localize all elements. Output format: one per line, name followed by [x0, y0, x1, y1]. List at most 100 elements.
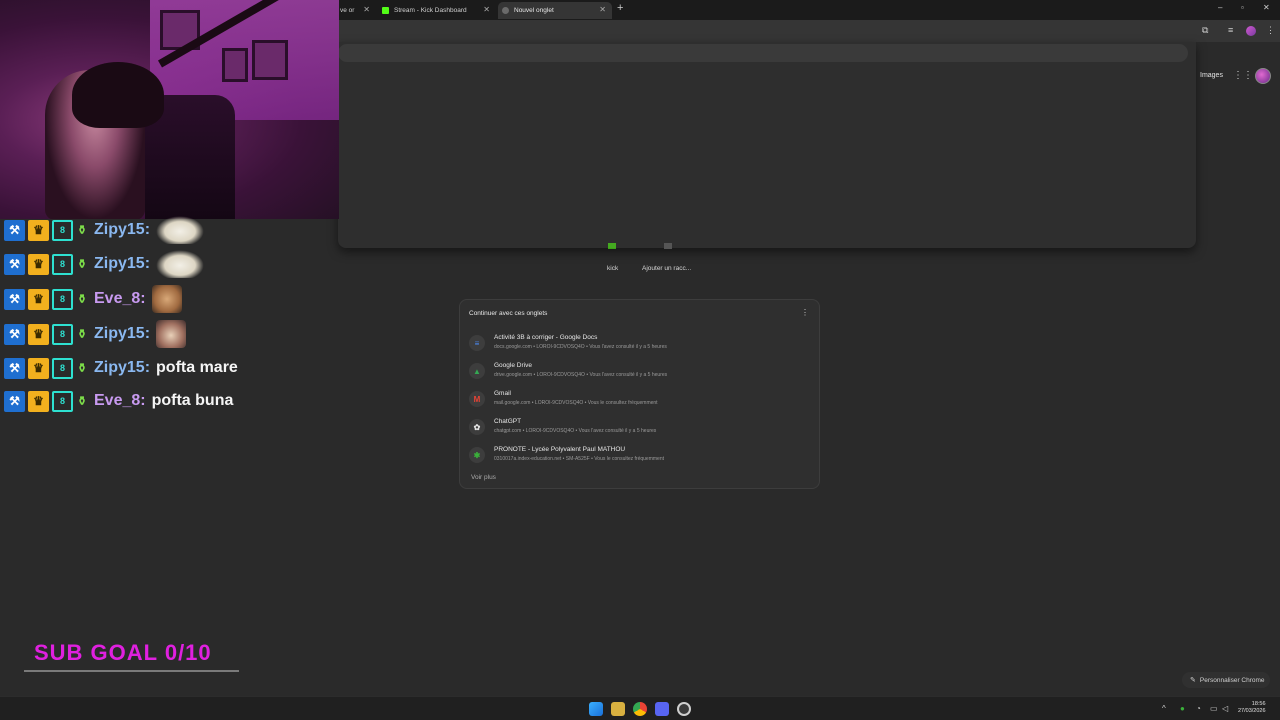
- row-title: PRONOTE - Lycée Polyvalent Paul MATHOU: [494, 446, 626, 453]
- wall-frame: [222, 48, 248, 82]
- customize-chrome-label: Personnaliser Chrome: [1199, 676, 1265, 684]
- tab-suggestion-row[interactable]: ▲ Google Drive drive.google.com • LOROI-…: [469, 360, 809, 384]
- crown-badge-icon: ♛: [28, 288, 49, 310]
- crown-badge-icon: ♛: [28, 390, 49, 412]
- emote-image: [156, 320, 187, 348]
- taskbar-clock[interactable]: 18:56 27/03/2026: [1238, 701, 1266, 715]
- chat-username: Zipy15:: [94, 359, 151, 376]
- close-tab-icon[interactable]: ✕: [483, 5, 490, 14]
- tab-suggestion-row[interactable]: ✿ ChatGPT chatgpt.com • LOROI-9CDVOSQ4O …: [469, 416, 809, 440]
- tab-suggestion-row[interactable]: ✱ PRONOTE - Lycée Polyvalent Paul MATHOU…: [469, 444, 809, 468]
- chat-username: Eve_8:: [94, 290, 146, 307]
- moderator-badge-icon: ⚒: [4, 219, 25, 241]
- card-title: Continuer avec ces onglets: [469, 310, 548, 317]
- omnibox-dropdown: [338, 42, 1196, 248]
- images-link[interactable]: Images: [1200, 72, 1223, 79]
- moderator-badge-icon: ⚒: [4, 323, 25, 345]
- close-tab-icon[interactable]: ✕: [363, 5, 370, 14]
- row-title: Google Drive: [494, 362, 532, 369]
- gift-badge-icon: ⚱: [76, 257, 88, 271]
- obs-icon[interactable]: [677, 702, 691, 716]
- tray-app-icon[interactable]: ●: [1180, 704, 1185, 713]
- row-subtitle: mail.google.com • LOROI-9CDVOSQ4O • Vous…: [494, 400, 658, 406]
- tab-kick-dashboard[interactable]: Stream - Kick Dashboard ✕: [378, 2, 496, 19]
- tray-chevron-icon[interactable]: ^: [1162, 704, 1166, 713]
- row-subtitle: docs.google.com • LOROI-9CDVOSQ4O • Vous…: [494, 344, 667, 350]
- discord-icon[interactable]: [655, 702, 669, 716]
- chatgpt-icon: ✿: [469, 419, 485, 435]
- close-tab-icon[interactable]: ✕: [599, 5, 606, 14]
- chrome-favicon-icon: [502, 7, 509, 14]
- pencil-icon: ✎: [1190, 677, 1196, 684]
- extensions-icon[interactable]: ⧉: [1202, 25, 1208, 36]
- gift-badge-icon: ⚱: [76, 394, 88, 408]
- row-title: Activité 3B à corriger - Google Docs: [494, 334, 598, 341]
- windows-taskbar: ^ ● ◔ ▭ ◁ 18:56 27/03/2026: [0, 696, 1280, 720]
- tab-suggestion-row[interactable]: M Gmail mail.google.com • LOROI-9CDVOSQ4…: [469, 388, 809, 412]
- customize-chrome-button[interactable]: ✎ Personnaliser Chrome: [1182, 672, 1270, 688]
- emote-image: [156, 216, 205, 244]
- shortcut-label-kick[interactable]: kick: [607, 265, 618, 272]
- tab-new-tab[interactable]: Nouvel onglet ✕: [498, 2, 612, 19]
- chrome-icon[interactable]: [633, 702, 647, 716]
- see-more-link[interactable]: Voir plus: [471, 474, 496, 481]
- moderator-badge-icon: ⚒: [4, 390, 25, 412]
- shortcut-label-add[interactable]: Ajouter un racc...: [642, 265, 691, 272]
- tab-suggestion-row[interactable]: ≡ Activité 3B à corriger - Google Docs d…: [469, 332, 809, 356]
- gmail-icon: M: [469, 391, 485, 407]
- notification-icon[interactable]: ◔: [1196, 704, 1201, 713]
- gift-badge-icon: ⚱: [76, 223, 88, 237]
- chat-message: ⚒ ♛ 8 ⚱ Zipy15:: [4, 216, 205, 244]
- drive-icon: ▲: [469, 363, 485, 379]
- crown-badge-icon: ♛: [28, 219, 49, 241]
- network-icon[interactable]: ▭: [1210, 704, 1218, 713]
- row-subtitle: chatgpt.com • LOROI-9CDVOSQ4O • Vous l'a…: [494, 428, 657, 434]
- wall-frame: [252, 40, 288, 80]
- minimize-button[interactable]: –: [1218, 3, 1222, 12]
- menu-icon[interactable]: ⋮: [1266, 25, 1275, 36]
- tab-label: Nouvel onglet: [514, 7, 554, 14]
- chat-text: pofta buna: [151, 392, 234, 409]
- chat-message: ⚒ ♛ 8 ⚱ Zipy15:: [4, 250, 205, 278]
- tab-partial[interactable]: ve or ✕: [336, 2, 376, 19]
- clock-date: 27/03/2026: [1238, 708, 1266, 714]
- chat-message: ⚒ ♛ 8 ⚱ Zipy15:: [4, 320, 187, 348]
- gift-badge-icon: ⚱: [76, 327, 88, 341]
- tab-label: ve or: [340, 7, 355, 14]
- chat-username: Eve_8:: [94, 392, 146, 409]
- subscriber-badge-icon: 8: [52, 253, 73, 275]
- close-window-button[interactable]: ✕: [1263, 3, 1270, 12]
- kick-icon[interactable]: [608, 243, 616, 249]
- account-avatar[interactable]: [1255, 68, 1271, 84]
- gift-badge-icon: ⚱: [76, 361, 88, 375]
- continue-tabs-card: Continuer avec ces onglets ⋮ ≡ Activité …: [459, 299, 820, 489]
- more-vert-icon[interactable]: ⋮: [801, 308, 809, 317]
- chat-username: Zipy15:: [94, 221, 151, 238]
- clock-time: 18:56: [1251, 701, 1266, 707]
- volume-icon[interactable]: ◁: [1222, 704, 1228, 713]
- webcam-overlay: [0, 0, 339, 219]
- kick-favicon-icon: [382, 7, 389, 14]
- subscriber-badge-icon: 8: [52, 288, 73, 310]
- chat-message: ⚒ ♛ 8 ⚱ Zipy15: pofta mare: [4, 355, 238, 381]
- chat-message: ⚒ ♛ 8 ⚱ Eve_8:: [4, 285, 182, 313]
- tab-label: Stream - Kick Dashboard: [394, 7, 467, 14]
- subscriber-badge-icon: 8: [52, 357, 73, 379]
- emote-image: [156, 250, 205, 278]
- screen: ve or ✕ Stream - Kick Dashboard ✕ Nouvel…: [0, 0, 1280, 720]
- new-tab-button[interactable]: +: [617, 2, 623, 14]
- media-icon[interactable]: ≡: [1228, 25, 1233, 35]
- maximize-button[interactable]: ▫: [1241, 3, 1244, 12]
- file-explorer-icon[interactable]: [611, 702, 625, 716]
- crown-badge-icon: ♛: [28, 253, 49, 275]
- crown-badge-icon: ♛: [28, 357, 49, 379]
- address-bar[interactable]: [338, 44, 1188, 62]
- windows-start-icon[interactable]: [589, 702, 603, 716]
- chat-text: pofta mare: [156, 359, 238, 376]
- row-title: ChatGPT: [494, 418, 522, 425]
- add-shortcut-icon[interactable]: [664, 243, 672, 249]
- moderator-badge-icon: ⚒: [4, 288, 25, 310]
- emote-image: [151, 285, 182, 313]
- gift-badge-icon: ⚱: [76, 292, 88, 306]
- profile-icon[interactable]: [1246, 26, 1256, 36]
